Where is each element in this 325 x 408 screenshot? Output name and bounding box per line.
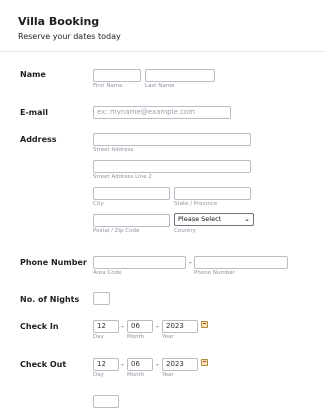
street-address-2-input[interactable] — [93, 160, 251, 173]
first-name-input[interactable] — [93, 69, 141, 82]
phone-number-sublabel: Phone Number — [194, 270, 235, 276]
street-address-sublabel: Street Address — [93, 147, 134, 153]
check-out-day-sublabel: Day — [93, 372, 104, 378]
form-subtitle: Reserve your dates today — [18, 32, 121, 41]
check-in-sep-2: - — [156, 322, 159, 331]
last-name-input[interactable] — [145, 69, 215, 82]
phone-label: Phone Number — [20, 258, 87, 267]
email-label: E-mail — [20, 108, 49, 117]
check-in-day-sublabel: Day — [93, 334, 104, 340]
country-sublabel: Country — [174, 228, 196, 234]
country-select-value: Please Select — [178, 215, 222, 223]
check-out-year-input[interactable]: 2023 — [162, 358, 198, 371]
name-label: Name — [20, 70, 46, 79]
check-in-year-input[interactable]: 2023 — [162, 320, 198, 333]
nights-label: No. of Nights — [20, 295, 80, 304]
check-out-sep-1: - — [121, 360, 124, 369]
check-in-month-sublabel: Month — [127, 334, 145, 340]
last-name-sublabel: Last Name — [145, 83, 175, 89]
area-code-sublabel: Area Code — [93, 270, 122, 276]
postal-code-sublabel: Postal / Zip Code — [93, 228, 140, 234]
check-in-year-sublabel: Year — [162, 334, 174, 340]
nights-input[interactable] — [93, 292, 110, 305]
phone-dash: - — [189, 258, 192, 267]
check-in-label: Check In — [20, 322, 59, 331]
city-sublabel: City — [93, 201, 104, 207]
form-header: Villa Booking Reserve your dates today — [18, 15, 121, 42]
calendar-icon[interactable] — [201, 321, 208, 328]
next-field-partial[interactable] — [93, 395, 119, 408]
street-address-input[interactable] — [93, 133, 251, 146]
first-name-sublabel: First Name — [93, 83, 123, 89]
country-select[interactable]: Please Select ⌄ — [174, 213, 254, 226]
check-out-year-sublabel: Year — [162, 372, 174, 378]
header-divider — [0, 51, 325, 52]
state-sublabel: State / Province — [174, 201, 218, 207]
check-out-label: Check Out — [20, 360, 67, 369]
email-input[interactable]: ex: myname@example.com — [93, 106, 231, 119]
check-in-day-input[interactable]: 12 — [93, 320, 119, 333]
check-out-month-input[interactable]: 06 — [127, 358, 153, 371]
calendar-icon[interactable] — [201, 359, 208, 366]
chevron-down-icon: ⌄ — [244, 215, 250, 223]
postal-code-input[interactable] — [93, 214, 170, 227]
check-out-month-sublabel: Month — [127, 372, 145, 378]
phone-number-input[interactable] — [194, 256, 288, 269]
state-input[interactable] — [174, 187, 251, 200]
address-label: Address — [20, 135, 57, 144]
area-code-input[interactable] — [93, 256, 186, 269]
check-out-day-input[interactable]: 12 — [93, 358, 119, 371]
form-title: Villa Booking — [18, 15, 100, 28]
street-address-2-sublabel: Street Address Line 2 — [93, 174, 152, 180]
check-out-sep-2: - — [156, 360, 159, 369]
city-input[interactable] — [93, 187, 170, 200]
check-in-sep-1: - — [121, 322, 124, 331]
check-in-month-input[interactable]: 06 — [127, 320, 153, 333]
